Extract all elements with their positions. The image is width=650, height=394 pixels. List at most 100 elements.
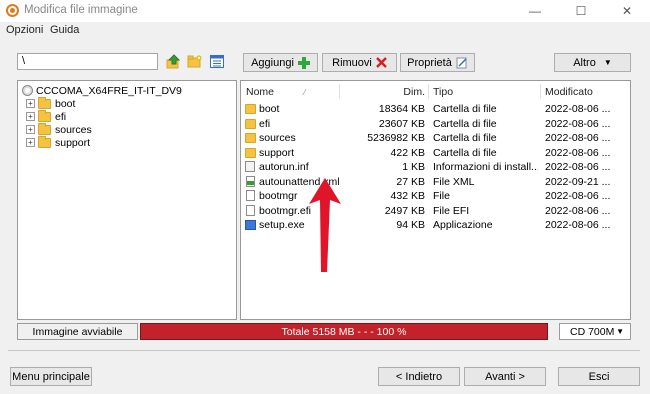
folder-icon: [245, 133, 256, 143]
file-row[interactable]: autorun.inf 1 KB Informazioni di install..…: [242, 160, 628, 175]
tree-root[interactable]: CCCOMA_X64FRE_IT-IT_DV9: [22, 84, 182, 97]
tree-item-boot[interactable]: + boot: [22, 96, 182, 110]
tree-item-label: sources: [55, 123, 92, 136]
file-modified: 2022-08-06 ...: [545, 117, 611, 130]
file-row[interactable]: bootmgr 432 KB File 2022-08-06 ...: [242, 189, 628, 204]
tree-item-efi[interactable]: + efi: [22, 109, 182, 123]
file-name: sources: [259, 132, 296, 144]
file-modified: 2022-08-06 ...: [545, 161, 611, 173]
file-type: Informazioni di install...: [433, 161, 538, 173]
file-type: Cartella di file: [433, 146, 497, 159]
sort-indicator-icon: ⁄: [304, 87, 306, 97]
maximize-button[interactable]: ☐: [558, 0, 604, 22]
close-button[interactable]: ✕: [604, 0, 650, 22]
media-size-value: CD 700M: [570, 325, 615, 338]
file-row[interactable]: setup.exe 94 KB Applicazione 2022-08-06 ...: [242, 218, 628, 233]
media-size-select[interactable]: CD 700M ▼: [559, 323, 631, 340]
progress-text: Totale 5158 MB - - - 100 %: [281, 325, 407, 338]
file-modified: 2022-09-21 ...: [545, 175, 611, 188]
column-header-modified[interactable]: Modificato: [545, 84, 629, 100]
settings-file-icon: [245, 161, 255, 172]
folder-icon: [38, 96, 51, 109]
file-type: Cartella di file: [433, 103, 497, 115]
file-modified: 2022-08-06 ...: [545, 132, 611, 144]
expand-icon[interactable]: +: [26, 138, 35, 147]
plus-icon: [297, 56, 310, 69]
file-size: 27 KB: [396, 175, 425, 188]
file-modified: 2022-08-06 ...: [545, 219, 611, 231]
folder-icon: [38, 135, 51, 148]
view-mode-icon[interactable]: [209, 54, 225, 69]
tree-item-label: support: [55, 136, 91, 149]
new-folder-icon[interactable]: [186, 54, 202, 69]
disc-icon: [22, 85, 33, 96]
chevron-down-icon: ▼: [616, 327, 624, 336]
column-separator[interactable]: [540, 84, 541, 99]
tree-item-label: boot: [55, 97, 76, 110]
menu-options[interactable]: Opzioni: [6, 24, 43, 36]
column-header-type-label: Tipo: [433, 86, 454, 98]
add-button[interactable]: Aggiungi: [243, 53, 318, 72]
tree-item-label: efi: [55, 110, 67, 123]
back-button[interactable]: < Indietro: [378, 367, 460, 386]
file-modified: 2022-08-06 ...: [545, 204, 611, 217]
properties-button-label: Proprietà: [407, 56, 452, 69]
main-menu-button[interactable]: Menu principale: [10, 367, 92, 386]
minimize-button[interactable]: —: [512, 0, 558, 22]
file-icon: [246, 204, 255, 216]
expand-icon[interactable]: +: [26, 112, 35, 121]
navigate-up-icon[interactable]: [165, 54, 181, 69]
file-type: File XML: [433, 175, 475, 188]
file-type: Cartella di file: [433, 132, 497, 144]
expand-icon[interactable]: +: [26, 99, 35, 108]
file-name: efi: [259, 117, 271, 130]
column-header-type[interactable]: Tipo: [433, 84, 533, 100]
folder-icon: [245, 147, 256, 158]
file-row[interactable]: support 422 KB Cartella di file 2022-08-06 …: [242, 146, 628, 161]
column-separator[interactable]: [428, 84, 429, 99]
more-dropdown[interactable]: Altro ▼: [554, 53, 631, 72]
column-header-size-label: Dim.: [403, 86, 425, 98]
file-icon: [246, 190, 255, 201]
file-size: 1 KB: [402, 161, 425, 173]
file-size: 18364 KB: [378, 103, 425, 115]
file-modified: 2022-08-06 ...: [545, 103, 611, 115]
path-input[interactable]: \: [17, 53, 158, 70]
xml-file-icon: [246, 175, 255, 187]
folder-icon: [38, 122, 51, 135]
capacity-progress-bar: Totale 5158 MB - - - 100 %: [140, 323, 548, 340]
column-header-name-label: Nome: [246, 86, 275, 98]
menu-help[interactable]: Guida: [50, 24, 79, 36]
next-button[interactable]: Avanti >: [464, 367, 546, 386]
folder-icon: [245, 118, 256, 129]
file-row[interactable]: bootmgr.efi 2497 KB File EFI 2022-08-06 ...: [242, 204, 628, 219]
divider: [8, 350, 640, 351]
tree-item-support[interactable]: + support: [22, 135, 182, 149]
expand-icon[interactable]: +: [26, 125, 35, 134]
exit-button[interactable]: Esci: [558, 367, 640, 386]
file-row[interactable]: autounattend.xml 27 KB File XML 2022-09-21 …: [242, 175, 628, 190]
file-name: autorun.inf: [259, 161, 309, 173]
file-modified: 2022-08-06 ...: [545, 146, 611, 159]
file-size: 432 KB: [390, 190, 425, 202]
file-row[interactable]: sources 5236982 KB Cartella di file 2022-08…: [242, 131, 628, 146]
column-header-size[interactable]: Dim.: [340, 84, 425, 100]
file-row[interactable]: efi 23607 KB Cartella di file 2022-08-06 ..…: [242, 117, 628, 132]
folder-tree[interactable]: CCCOMA_X64FRE_IT-IT_DV9 + boot + efi + s…: [17, 80, 237, 320]
delete-x-icon: [376, 57, 387, 68]
file-row[interactable]: boot 18364 KB Cartella di file 2022-08-06 .…: [242, 102, 628, 117]
remove-button[interactable]: Rimuovi: [322, 53, 397, 72]
app-logo-icon: [6, 4, 19, 17]
chevron-down-icon: ▼: [603, 58, 612, 67]
application-icon: [245, 220, 256, 230]
add-button-label: Aggiungi: [251, 56, 294, 69]
tree-item-sources[interactable]: + sources: [22, 122, 182, 136]
file-type: Cartella di file: [433, 117, 497, 130]
file-name: support: [259, 146, 295, 159]
properties-button[interactable]: Proprietà: [400, 53, 475, 72]
bootable-image-label[interactable]: Immagine avviabile: [17, 323, 138, 340]
file-name: boot: [259, 103, 280, 115]
column-header-modified-label: Modificato: [545, 86, 593, 98]
file-type: Applicazione: [433, 219, 493, 231]
file-size: 94 KB: [396, 219, 425, 231]
